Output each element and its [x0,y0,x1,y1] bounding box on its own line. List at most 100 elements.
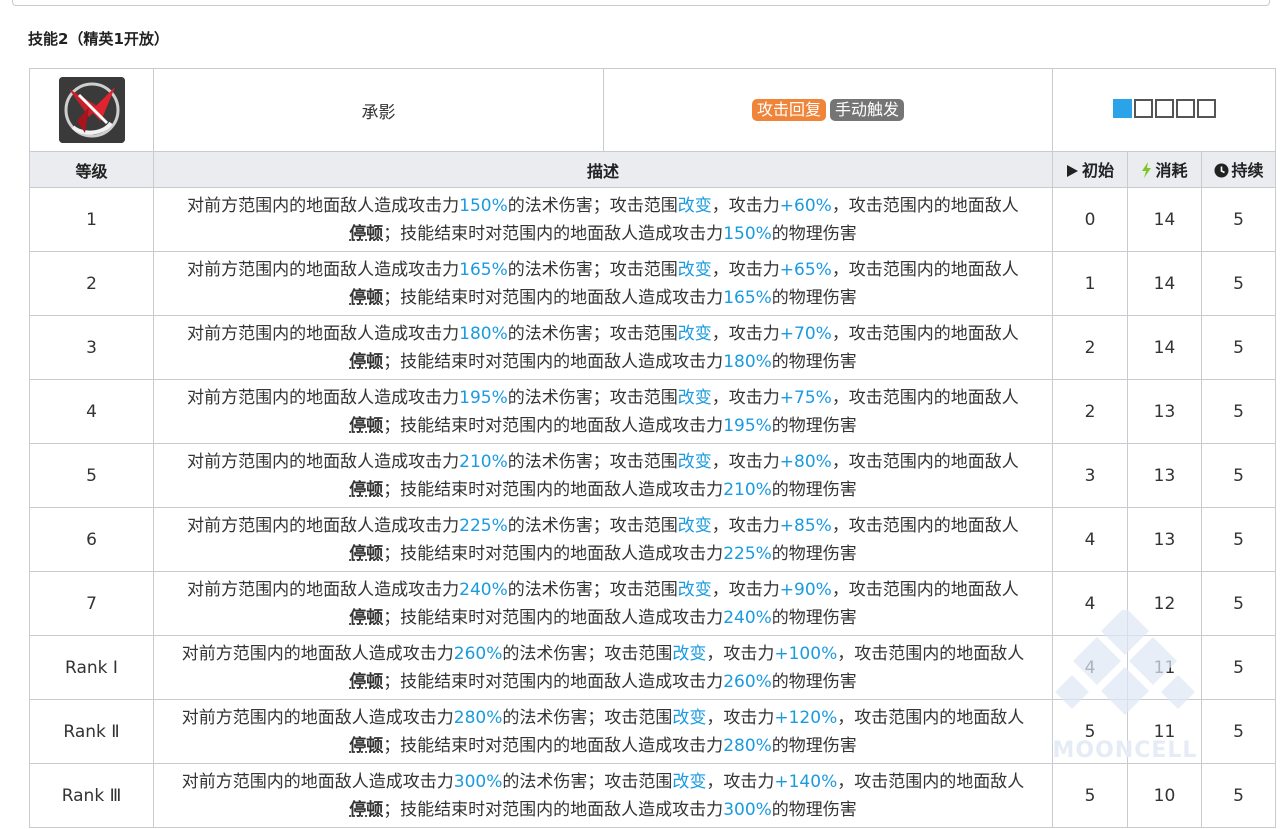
table-row: 6 对前方范围内的地面敌人造成攻击力225%的法术伤害；攻击范围改变，攻击力+85… [29,507,1277,572]
attack-bonus: +70% [779,323,832,344]
skill-header-row: 承影 攻击回复 手动触发 [29,68,1277,152]
end-damage-percent: 180% [723,351,772,372]
header-initial: 初始 [1052,151,1128,188]
range-change-link[interactable]: 改变 [678,388,712,408]
duration-cell: 5 [1200,635,1277,700]
sp-cost-cell: 14 [1127,187,1202,252]
end-damage-percent: 210% [723,479,772,500]
stun-keyword[interactable]: 停顿 [349,608,383,628]
clock-icon [1214,163,1229,182]
duration-cell: 5 [1200,507,1277,572]
description-cell: 对前方范围内的地面敌人造成攻击力150%的法术伤害；攻击范围改变，攻击力+60%… [153,187,1053,252]
damage-percent: 165% [459,259,508,280]
end-damage-percent: 195% [723,415,772,436]
duration-cell: 5 [1200,699,1277,764]
play-icon [1066,163,1079,182]
stun-keyword[interactable]: 停顿 [349,352,383,372]
attack-bonus: +100% [774,643,838,664]
description-cell: 对前方范围内的地面敌人造成攻击力165%的法术伤害；攻击范围改变，攻击力+65%… [153,251,1053,316]
level-cell: 7 [29,571,154,636]
header-level: 等级 [29,151,154,188]
end-damage-percent: 240% [723,607,772,628]
skill-level-indicator [1051,68,1277,152]
table-row: 2 对前方范围内的地面敌人造成攻击力165%的法术伤害；攻击范围改变，攻击力+65… [29,251,1277,316]
attack-bonus: +85% [779,515,832,536]
description-cell: 对前方范围内的地面敌人造成攻击力225%的法术伤害；攻击范围改变，攻击力+85%… [153,507,1053,572]
section-title: 技能2（精英1开放） [28,30,169,48]
description-cell: 对前方范围内的地面敌人造成攻击力195%的法术伤害；攻击范围改变，攻击力+75%… [153,379,1053,444]
stun-keyword[interactable]: 停顿 [349,416,383,436]
duration-cell: 5 [1200,379,1277,444]
stun-keyword[interactable]: 停顿 [349,224,383,244]
attack-bonus: +90% [779,579,832,600]
level-cell: 3 [29,315,154,380]
skill-table: 承影 攻击回复 手动触发 等级 描述 初始 消耗 持续 1 对前方范围内的地面敌人造… [29,68,1277,828]
description-cell: 对前方范围内的地面敌人造成攻击力210%的法术伤害；攻击范围改变，攻击力+80%… [153,443,1053,508]
initial-sp-cell: 5 [1052,763,1128,828]
damage-percent: 195% [459,387,508,408]
stun-keyword[interactable]: 停顿 [349,736,383,756]
damage-percent: 260% [453,643,503,664]
table-row: 4 对前方范围内的地面敌人造成攻击力195%的法术伤害；攻击范围改变，攻击力+75… [29,379,1277,444]
table-row: 1 对前方范围内的地面敌人造成攻击力150%的法术伤害；攻击范围改变，攻击力+60… [29,187,1277,252]
header-cost-label: 消耗 [1155,161,1188,180]
initial-sp-cell: 5 [1052,699,1128,764]
table-row: Rank Ⅱ 对前方范围内的地面敌人造成攻击力280%的法术伤害；攻击范围改变，攻… [29,699,1277,764]
stun-keyword[interactable]: 停顿 [349,480,383,500]
level-cell: Rank Ⅲ [29,763,154,828]
sp-cost-cell: 10 [1127,763,1202,828]
attack-bonus: +80% [779,451,832,472]
header-initial-label: 初始 [1081,161,1114,180]
description-cell: 对前方范围内的地面敌人造成攻击力240%的法术伤害；攻击范围改变，攻击力+90%… [153,571,1053,636]
end-damage-percent: 260% [723,671,772,692]
range-change-link[interactable]: 改变 [678,260,712,280]
range-change-link[interactable]: 改变 [672,708,706,728]
initial-sp-cell: 4 [1052,571,1128,636]
header-duration-label: 持续 [1231,161,1264,180]
range-change-link[interactable]: 改变 [678,452,712,472]
stun-keyword[interactable]: 停顿 [349,800,383,820]
stun-keyword[interactable]: 停顿 [349,544,383,564]
level-cell: Rank Ⅱ [29,699,154,764]
header-duration: 持续 [1200,151,1277,188]
end-damage-percent: 280% [723,735,772,756]
end-damage-percent: 165% [723,287,772,308]
level-square [1112,98,1132,118]
initial-sp-cell: 2 [1052,315,1128,380]
tag-attack-recovery: 攻击回复 [751,99,826,121]
sp-cost-cell: 13 [1127,379,1202,444]
range-change-link[interactable]: 改变 [678,324,712,344]
level-square [1133,98,1153,118]
skill-name: 承影 [153,68,604,152]
range-change-link[interactable]: 改变 [678,196,712,216]
duration-cell: 5 [1200,571,1277,636]
duration-cell: 5 [1200,251,1277,316]
description-cell: 对前方范围内的地面敌人造成攻击力180%的法术伤害；攻击范围改变，攻击力+70%… [153,315,1053,380]
initial-sp-cell: 4 [1052,507,1128,572]
duration-cell: 5 [1200,763,1277,828]
damage-percent: 210% [459,451,508,472]
range-change-link[interactable]: 改变 [672,644,706,664]
skill-icon-cell [29,68,154,152]
level-square [1154,98,1174,118]
table-row: 5 对前方范围内的地面敌人造成攻击力210%的法术伤害；攻击范围改变，攻击力+80… [29,443,1277,508]
duration-cell: 5 [1200,315,1277,380]
sp-cost-cell: 13 [1127,507,1202,572]
level-square [1196,98,1216,118]
tag-manual-trigger: 手动触发 [830,99,905,121]
range-change-link[interactable]: 改变 [678,516,712,536]
range-change-link[interactable]: 改变 [678,580,712,600]
attack-bonus: +60% [779,195,832,216]
attack-bonus: +65% [779,259,832,280]
stun-keyword[interactable]: 停顿 [349,288,383,308]
stun-keyword[interactable]: 停顿 [349,672,383,692]
level-cell: 1 [29,187,154,252]
range-change-link[interactable]: 改变 [672,772,706,792]
damage-percent: 280% [453,707,503,728]
level-cell: 2 [29,251,154,316]
sp-cost-cell: 11 [1127,699,1202,764]
level-cell: 4 [29,379,154,444]
description-cell: 对前方范围内的地面敌人造成攻击力260%的法术伤害；攻击范围改变，攻击力+100… [153,635,1053,700]
damage-percent: 300% [453,771,503,792]
initial-sp-cell: 0 [1052,187,1128,252]
